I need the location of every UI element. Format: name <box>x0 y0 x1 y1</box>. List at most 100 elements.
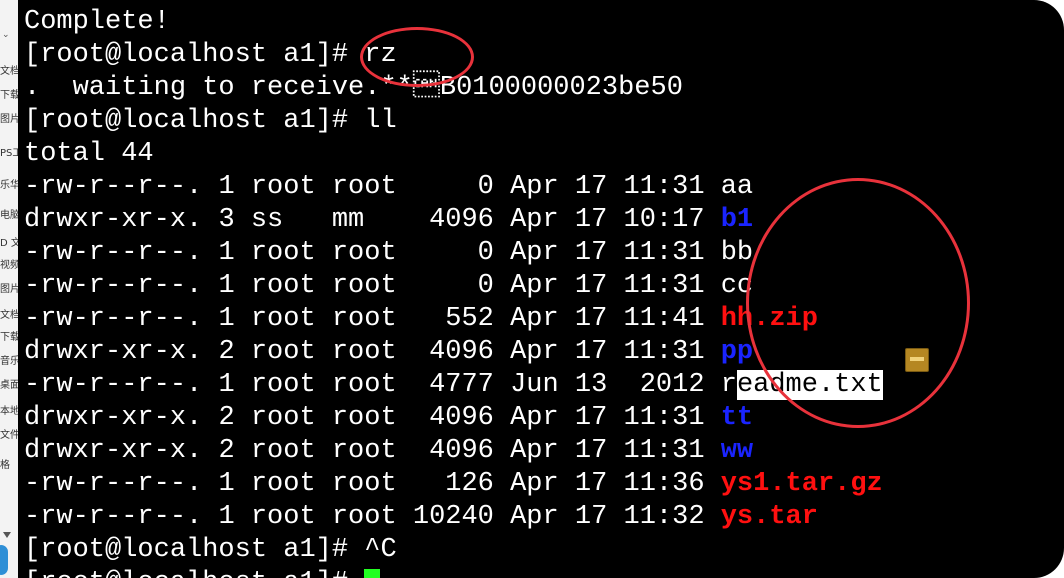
file-name[interactable]: ys1.tar.gz <box>721 469 883 499</box>
file-size: 4096 <box>412 337 511 367</box>
terminal-line: [root@localhost a1]# ll <box>24 105 883 138</box>
file-name[interactable]: b1 <box>721 205 753 235</box>
terminal-cursor[interactable] <box>364 569 381 578</box>
file-group: root <box>331 172 413 202</box>
side-panel-item[interactable]: 桌面 <box>0 378 20 394</box>
side-panel-item[interactable]: 下载 <box>0 330 20 346</box>
side-panel-item[interactable]: 文件 <box>0 428 20 444</box>
link-count: 3 <box>218 205 251 235</box>
file-time: 11:41 <box>623 304 721 334</box>
side-panel-item[interactable]: PS工 <box>0 146 20 162</box>
file-size: 552 <box>412 304 511 334</box>
file-group: root <box>331 271 413 301</box>
listing-row: drwxr-xr-x. 2 root root 4096 Apr 17 11:3… <box>24 435 883 468</box>
file-group: root <box>331 337 413 367</box>
file-group: root <box>331 436 413 466</box>
file-permissions: drwxr-xr-x. <box>24 403 219 433</box>
link-count: 1 <box>218 469 251 499</box>
file-permissions: -rw-r--r--. <box>24 304 219 334</box>
file-permissions: drwxr-xr-x. <box>24 205 219 235</box>
file-time: 11:36 <box>623 469 721 499</box>
chevron-down-icon[interactable]: ⌄ <box>2 30 10 40</box>
file-size: 126 <box>412 469 511 499</box>
listing-row: -rw-r--r--. 1 root root 126 Apr 17 11:36… <box>24 468 883 501</box>
side-panel-item[interactable]: 图片 <box>0 282 20 298</box>
side-panel-item[interactable]: D 文 <box>0 236 20 252</box>
side-panel-item[interactable]: 乐华 <box>0 178 20 194</box>
file-owner: ss <box>250 205 332 235</box>
link-count: 1 <box>218 502 251 532</box>
side-panel-item[interactable]: 电脑 <box>0 208 20 224</box>
file-permissions: -rw-r--r--. <box>24 469 219 499</box>
file-owner: root <box>250 172 332 202</box>
side-panel-item[interactable]: 文档 <box>0 308 20 324</box>
file-day: 17 <box>574 172 624 202</box>
file-permissions: -rw-r--r--. <box>24 271 219 301</box>
side-panel-item[interactable]: 本地 <box>0 404 20 420</box>
file-permissions: -rw-r--r--. <box>24 238 219 268</box>
file-time: 11:31 <box>623 271 721 301</box>
file-day: 13 <box>574 370 624 400</box>
file-day: 17 <box>574 502 624 532</box>
file-size: 0 <box>412 172 511 202</box>
file-name[interactable]: bb <box>721 238 753 268</box>
file-time: 11:31 <box>623 172 721 202</box>
file-owner: root <box>250 469 332 499</box>
file-day: 17 <box>574 469 624 499</box>
file-group: root <box>331 238 413 268</box>
file-name[interactable]: ys.tar <box>721 502 818 532</box>
listing-row: -rw-r--r--. 1 root root 0 Apr 17 11:31 b… <box>24 237 883 270</box>
terminal-line: [root@localhost a1]# ^C <box>24 534 883 567</box>
terminal-line: total 44 <box>24 138 883 171</box>
file-time: 11:31 <box>623 337 721 367</box>
file-day: 17 <box>574 238 624 268</box>
link-count: 1 <box>218 172 251 202</box>
scrollbar-thumb[interactable] <box>0 545 8 575</box>
file-owner: root <box>250 238 332 268</box>
listing-row: -rw-r--r--. 1 root root 0 Apr 17 11:31 a… <box>24 171 883 204</box>
file-name[interactable]: tt <box>721 403 753 433</box>
output-text: total 44 <box>24 139 154 169</box>
file-time: 11:31 <box>623 436 721 466</box>
file-month: Apr <box>510 337 575 367</box>
file-month: Apr <box>510 403 575 433</box>
file-month: Apr <box>510 436 575 466</box>
terminal-output[interactable]: Complete! [root@localhost a1]# rz. waitin… <box>24 6 883 578</box>
terminal-window[interactable]: Complete! [root@localhost a1]# rz. waitin… <box>18 0 1064 578</box>
terminal-line: Complete! <box>24 6 883 39</box>
side-panel-item[interactable]: 文档 <box>0 64 20 80</box>
side-panel-item[interactable]: 图片 <box>0 112 20 128</box>
file-name[interactable]: pp <box>721 337 753 367</box>
file-size: 0 <box>412 238 511 268</box>
side-panel-item[interactable]: 格 <box>0 458 20 474</box>
file-day: 17 <box>574 403 624 433</box>
shell-prompt: [root@localhost a1]# <box>24 568 364 578</box>
file-permissions: -rw-r--r--. <box>24 502 219 532</box>
shell-command: ll <box>364 106 397 136</box>
file-month: Jun <box>510 370 575 400</box>
listing-row: drwxr-xr-x. 2 root root 4096 Apr 17 11:3… <box>24 336 883 369</box>
file-owner: root <box>250 436 332 466</box>
file-name-selected-text: eadme.txt <box>736 370 883 400</box>
side-panel-item[interactable]: 下载 <box>0 88 20 104</box>
shell-command: ^C <box>364 535 397 565</box>
file-name[interactable]: ww <box>721 436 753 466</box>
file-month: Apr <box>510 205 575 235</box>
side-panel-item[interactable]: 视频 <box>0 258 20 274</box>
archive-icon <box>905 348 929 372</box>
file-name[interactable]: readme.txt <box>721 370 883 400</box>
file-name[interactable]: cc <box>721 271 753 301</box>
file-name[interactable]: hh.zip <box>721 304 818 334</box>
side-panel-item[interactable]: 音乐 <box>0 354 20 370</box>
file-month: Apr <box>510 271 575 301</box>
terminal-line: [root@localhost a1]# rz <box>24 39 883 72</box>
listing-row: -rw-r--r--. 1 root root 10240 Apr 17 11:… <box>24 501 883 534</box>
file-day: 17 <box>574 337 624 367</box>
listing-row: -rw-r--r--. 1 root root 0 Apr 17 11:31 c… <box>24 270 883 303</box>
shell-command: rz <box>364 40 397 70</box>
file-day: 17 <box>574 304 624 334</box>
file-day: 17 <box>574 271 624 301</box>
file-name[interactable]: aa <box>721 172 753 202</box>
file-size: 4777 <box>412 370 511 400</box>
scroll-down-icon[interactable] <box>3 532 11 538</box>
